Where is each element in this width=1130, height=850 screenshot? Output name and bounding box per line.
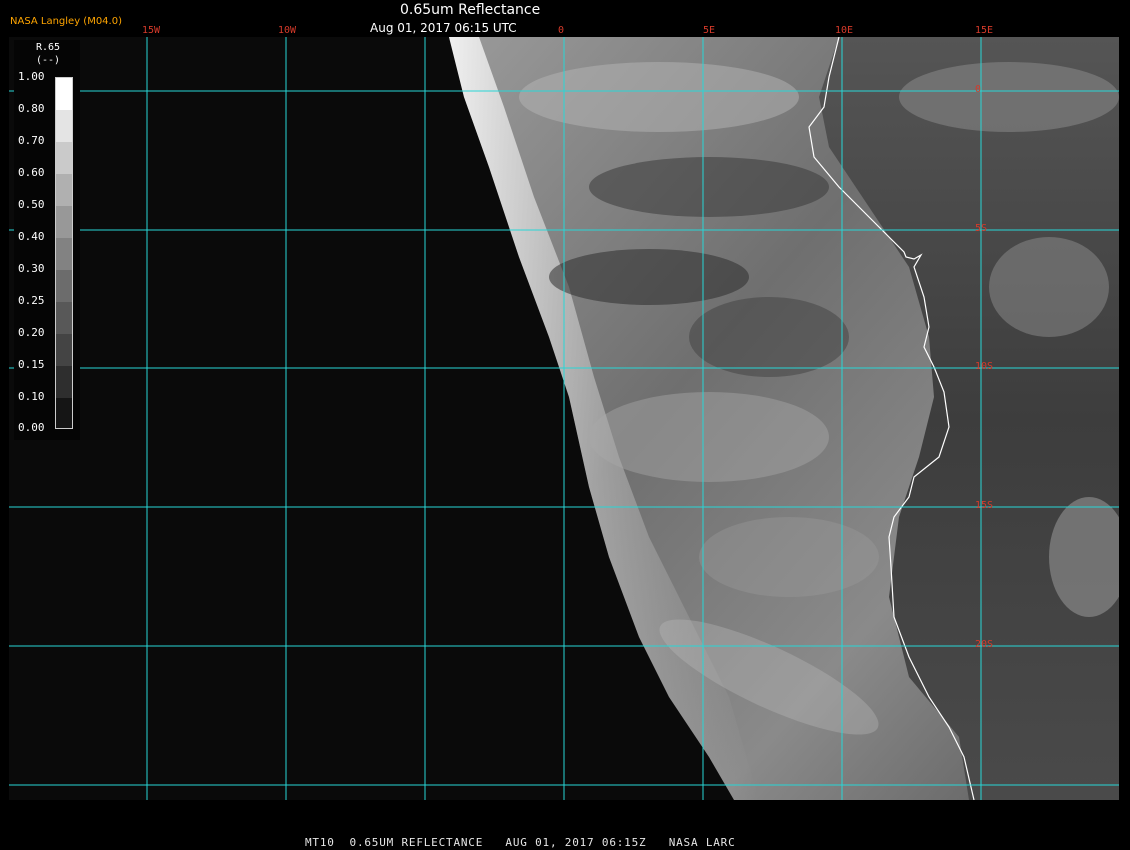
legend-swatch	[56, 334, 72, 366]
image-title: 0.65um Reflectance	[400, 2, 541, 18]
legend-swatch	[56, 142, 72, 174]
lon-label-10e: 10E	[835, 25, 854, 36]
lon-label-0: 0	[558, 25, 565, 36]
legend-tick: 0.40	[18, 230, 45, 243]
legend-units: (--)	[36, 55, 61, 66]
legend-swatch	[56, 238, 72, 270]
legend-swatch	[56, 366, 72, 398]
legend-colorbar	[55, 77, 73, 429]
footer-caption: MT10 0.65UM REFLECTANCE AUG 01, 2017 06:…	[305, 836, 736, 849]
lat-label-0: 0	[975, 84, 982, 95]
satellite-map[interactable]	[9, 37, 1119, 800]
brand-label: NASA Langley (M04.0)	[10, 16, 122, 27]
legend-swatch	[56, 110, 72, 142]
legend-tick: 0.30	[18, 262, 45, 275]
legend-swatch	[56, 206, 72, 238]
legend-tick: 0.80	[18, 102, 45, 115]
legend-tick: 0.20	[18, 326, 45, 339]
lon-label-10w: 10W	[278, 25, 297, 36]
legend-swatch	[56, 270, 72, 302]
lon-label-5e: 5E	[703, 25, 716, 36]
lon-label-15w: 15W	[142, 25, 161, 36]
legend-tick: 0.00	[18, 421, 45, 434]
legend-tick: 0.15	[18, 358, 45, 371]
legend-title: R.65	[36, 42, 61, 53]
satellite-image-viewer: NASA Langley (M04.0) 0.65um Reflectance …	[0, 0, 1130, 850]
lon-label-15e: 15E	[975, 25, 994, 36]
legend-swatch	[56, 398, 72, 428]
legend-tick: 0.10	[18, 390, 45, 403]
image-timestamp: Aug 01, 2017 06:15 UTC	[370, 21, 517, 35]
imagery-layer	[9, 37, 1119, 800]
legend-swatch	[56, 174, 72, 206]
legend-tick: 1.00	[18, 70, 45, 83]
legend-tick: 0.50	[18, 198, 45, 211]
color-legend: R.65 (--) 1.00 0.80 0.70 0.60 0.50 0.40 …	[14, 40, 80, 440]
lat-label-15s: 15S	[975, 500, 994, 511]
legend-tick: 0.25	[18, 294, 45, 307]
legend-swatch	[56, 78, 72, 110]
legend-tick: 0.70	[18, 134, 45, 147]
legend-swatch	[56, 302, 72, 334]
legend-tick: 0.60	[18, 166, 45, 179]
lat-label-5s: 5S	[975, 223, 988, 234]
lat-label-10s: 10S	[975, 361, 994, 372]
lat-label-20s: 20S	[975, 639, 994, 650]
